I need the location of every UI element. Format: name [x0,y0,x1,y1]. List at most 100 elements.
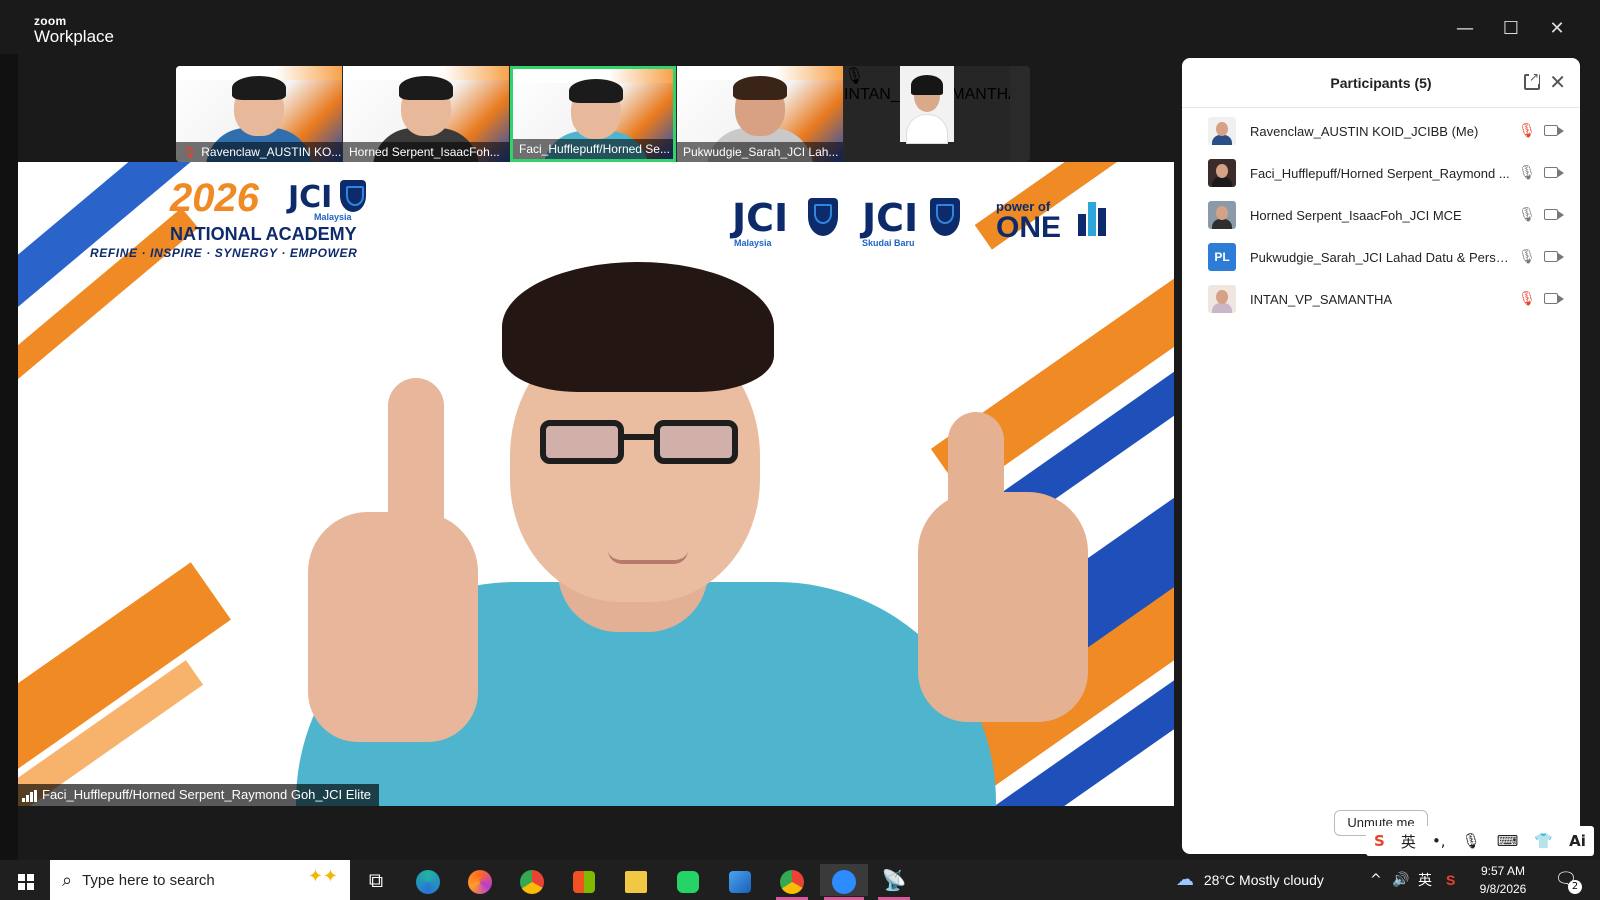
mic-icon[interactable]: 🎙 [1518,206,1536,224]
participant-name: Pukwudgie_Sarah_JCI Lahad Datu & Persatu… [1250,249,1514,265]
power-bars-icon [1078,202,1106,236]
notification-center-icon[interactable]: 🗨 2 [1552,866,1582,894]
edge-icon[interactable] [408,864,448,896]
ime-ai-icon[interactable]: Ai [1569,832,1586,850]
jci-malaysia-sub: Malaysia [734,238,772,248]
clock-time: 9:57 AM [1480,864,1526,878]
thumbnail-label: Pukwudgie_Sarah_JCI Lah... [677,142,843,162]
weather-widget[interactable]: ☁ 28°C Mostly cloudy [1176,860,1324,900]
jci-shield-icon [340,180,366,212]
thumbnail-label: Horned Serpent_IsaacFoh... [343,142,509,162]
thumbnail-horned-serpent-isaac[interactable]: Horned Serpent_IsaacFoh... [343,66,509,162]
muted-mic-icon[interactable]: 🎙 [1518,122,1536,140]
speaker-name-label: Faci_Hufflepuff/Horned Serpent_Raymond G… [18,784,380,806]
ime-language-toggle[interactable]: 英 [1401,831,1416,852]
participant-row[interactable]: INTAN_VP_SAMANTHA 🎙 [1182,278,1580,320]
muted-mic-icon: 🎙 [182,145,198,159]
avatar [1208,285,1236,313]
maximize-button[interactable]: ☐ [1496,14,1526,44]
speaker-glasses [540,420,740,466]
ime-skin-icon[interactable]: 👕 [1534,832,1553,850]
participants-panel-header: Participants (5) ✕ [1182,58,1580,108]
banner-jci-logo: JCI [288,180,333,215]
whatsapp-icon[interactable] [668,864,708,896]
taskbar-search-box[interactable]: ⌕ Type here to search ✦✦ [50,860,350,900]
speaker-hair [502,262,774,392]
search-icon: ⌕ [62,869,73,891]
jci-shield-icon [930,198,960,236]
camera-icon[interactable] [1544,167,1564,178]
chrome-icon[interactable] [512,864,552,896]
remote-desktop-icon[interactable] [720,864,760,896]
zoom-workplace-logo: zoom Workplace [34,15,114,47]
ime-toolbar: S 英 •, 🎙 ⌨ 👕 Ai [1366,826,1594,856]
taskbar-clock[interactable]: 9:57 AM 9/8/2026 [1466,862,1540,898]
thumbnail-pukwudgie-sarah[interactable]: Pukwudgie_Sarah_JCI Lah... [677,66,843,162]
input-language-indicator[interactable]: 英 [1418,860,1432,900]
brand-small-text: zoom [34,14,67,28]
minimize-button[interactable]: — [1450,14,1480,44]
participants-panel: Participants (5) ✕ Ravenclaw_AUSTIN KOID… [1182,58,1580,854]
file-explorer-icon[interactable] [616,864,656,896]
participant-name: Faci_Hufflepuff/Horned Serpent_Raymond .… [1250,165,1510,181]
participant-row[interactable]: Horned Serpent_IsaacFoh_JCI MCE 🎙 [1182,194,1580,236]
thumbnail-faci-hufflepuff-active-speaker[interactable]: Faci_Hufflepuff/Horned Se... [510,66,676,162]
camera-icon[interactable] [1544,209,1564,220]
ime-mic-icon[interactable]: 🎙 [1462,832,1481,850]
left-thumbs-up [388,378,444,528]
speaker-mouth [608,550,688,564]
mic-icon[interactable]: 🎙 [1518,248,1536,266]
mic-icon[interactable]: 🎙 [1518,164,1536,182]
brand-name-text: Workplace [34,27,114,46]
firefox-icon[interactable] [460,864,500,896]
main-speaker-video[interactable]: 2026 JCI Malaysia NATIONAL ACADEMY REFIN… [18,162,1174,806]
participant-row[interactable]: Faci_Hufflepuff/Horned Serpent_Raymond .… [1182,152,1580,194]
camera-icon[interactable] [1544,293,1564,304]
volume-icon[interactable]: 🔊 [1392,860,1409,900]
close-panel-icon[interactable]: ✕ [1549,70,1566,94]
windows-taskbar: ⌕ Type here to search ✦✦ ⧉ 📡 ☁ 28°C Most… [0,860,1600,900]
thumbnail-name: Pukwudgie_Sarah_JCI Lah... [683,145,839,159]
video-thumbnail-strip: 🎙 Ravenclaw_AUSTIN KO... Horned Serpent_I… [176,66,1030,162]
participant-row[interactable]: PL Pukwudgie_Sarah_JCI Lahad Datu & Pers… [1182,236,1580,278]
search-placeholder: Type here to search [82,871,215,889]
jci-skudai-baru-sub: Skudai Baru [862,238,915,248]
search-highlight-icon: ✦✦ [307,866,338,887]
zoom-app-icon[interactable] [820,864,868,900]
thumbnail-intan-vp-samantha[interactable]: 🎙INTAN_VP_SAMANTHA [844,66,1010,162]
chrome-profile-icon[interactable] [772,864,812,900]
sogou-ime-icon[interactable]: S [1374,832,1385,850]
banner-tagline: REFINE · INSPIRE · SYNERGY · EMPOWER [90,246,358,260]
speaker-name: Faci_Hufflepuff/Horned Serpent_Raymond G… [42,787,372,802]
popout-icon[interactable] [1524,70,1540,90]
satellite-app-icon[interactable]: 📡 [874,864,914,900]
camera-icon[interactable] [1544,125,1564,136]
muted-mic-icon[interactable]: 🎙 [1518,290,1536,308]
signal-strength-icon [22,789,38,802]
thumbnail-name: Ravenclaw_AUSTIN KO... [201,145,342,159]
thumbnail-ravenclaw-austin[interactable]: 🎙 Ravenclaw_AUSTIN KO... [176,66,342,162]
ime-punctuation-toggle[interactable]: •, [1432,832,1446,850]
banner-title: NATIONAL ACADEMY [170,224,357,244]
camera-icon[interactable] [1544,251,1564,262]
task-view-icon[interactable]: ⧉ [356,864,396,896]
right-hand [918,492,1088,722]
sogou-tray-icon[interactable]: S [1446,860,1455,900]
close-window-button[interactable]: ✕ [1542,14,1572,44]
thumbnail-name: Faci_Hufflepuff/Horned Se... [519,142,670,156]
avatar-initials: PL [1208,243,1236,271]
jci-malaysia-logo: JCI [732,196,789,240]
title-bar: zoom Workplace — ☐ ✕ [0,0,1600,54]
microsoft-store-icon[interactable] [564,864,604,896]
windows-logo-icon [18,873,34,890]
show-hidden-icons-chevron[interactable]: ^ [1370,860,1382,900]
ime-keyboard-icon[interactable]: ⌨ [1497,832,1519,850]
cloud-icon: ☁ [1176,869,1194,890]
start-button[interactable] [6,864,46,896]
meeting-area: 🎙 Ravenclaw_AUSTIN KO... Horned Serpent_I… [18,54,1174,860]
power-big-text: ONE [996,211,1062,244]
left-hand [308,512,478,742]
jci-shield-icon [808,198,838,236]
participant-row[interactable]: Ravenclaw_AUSTIN KOID_JCIBB (Me) 🎙 [1182,110,1580,152]
banner-country: Malaysia [314,212,352,222]
